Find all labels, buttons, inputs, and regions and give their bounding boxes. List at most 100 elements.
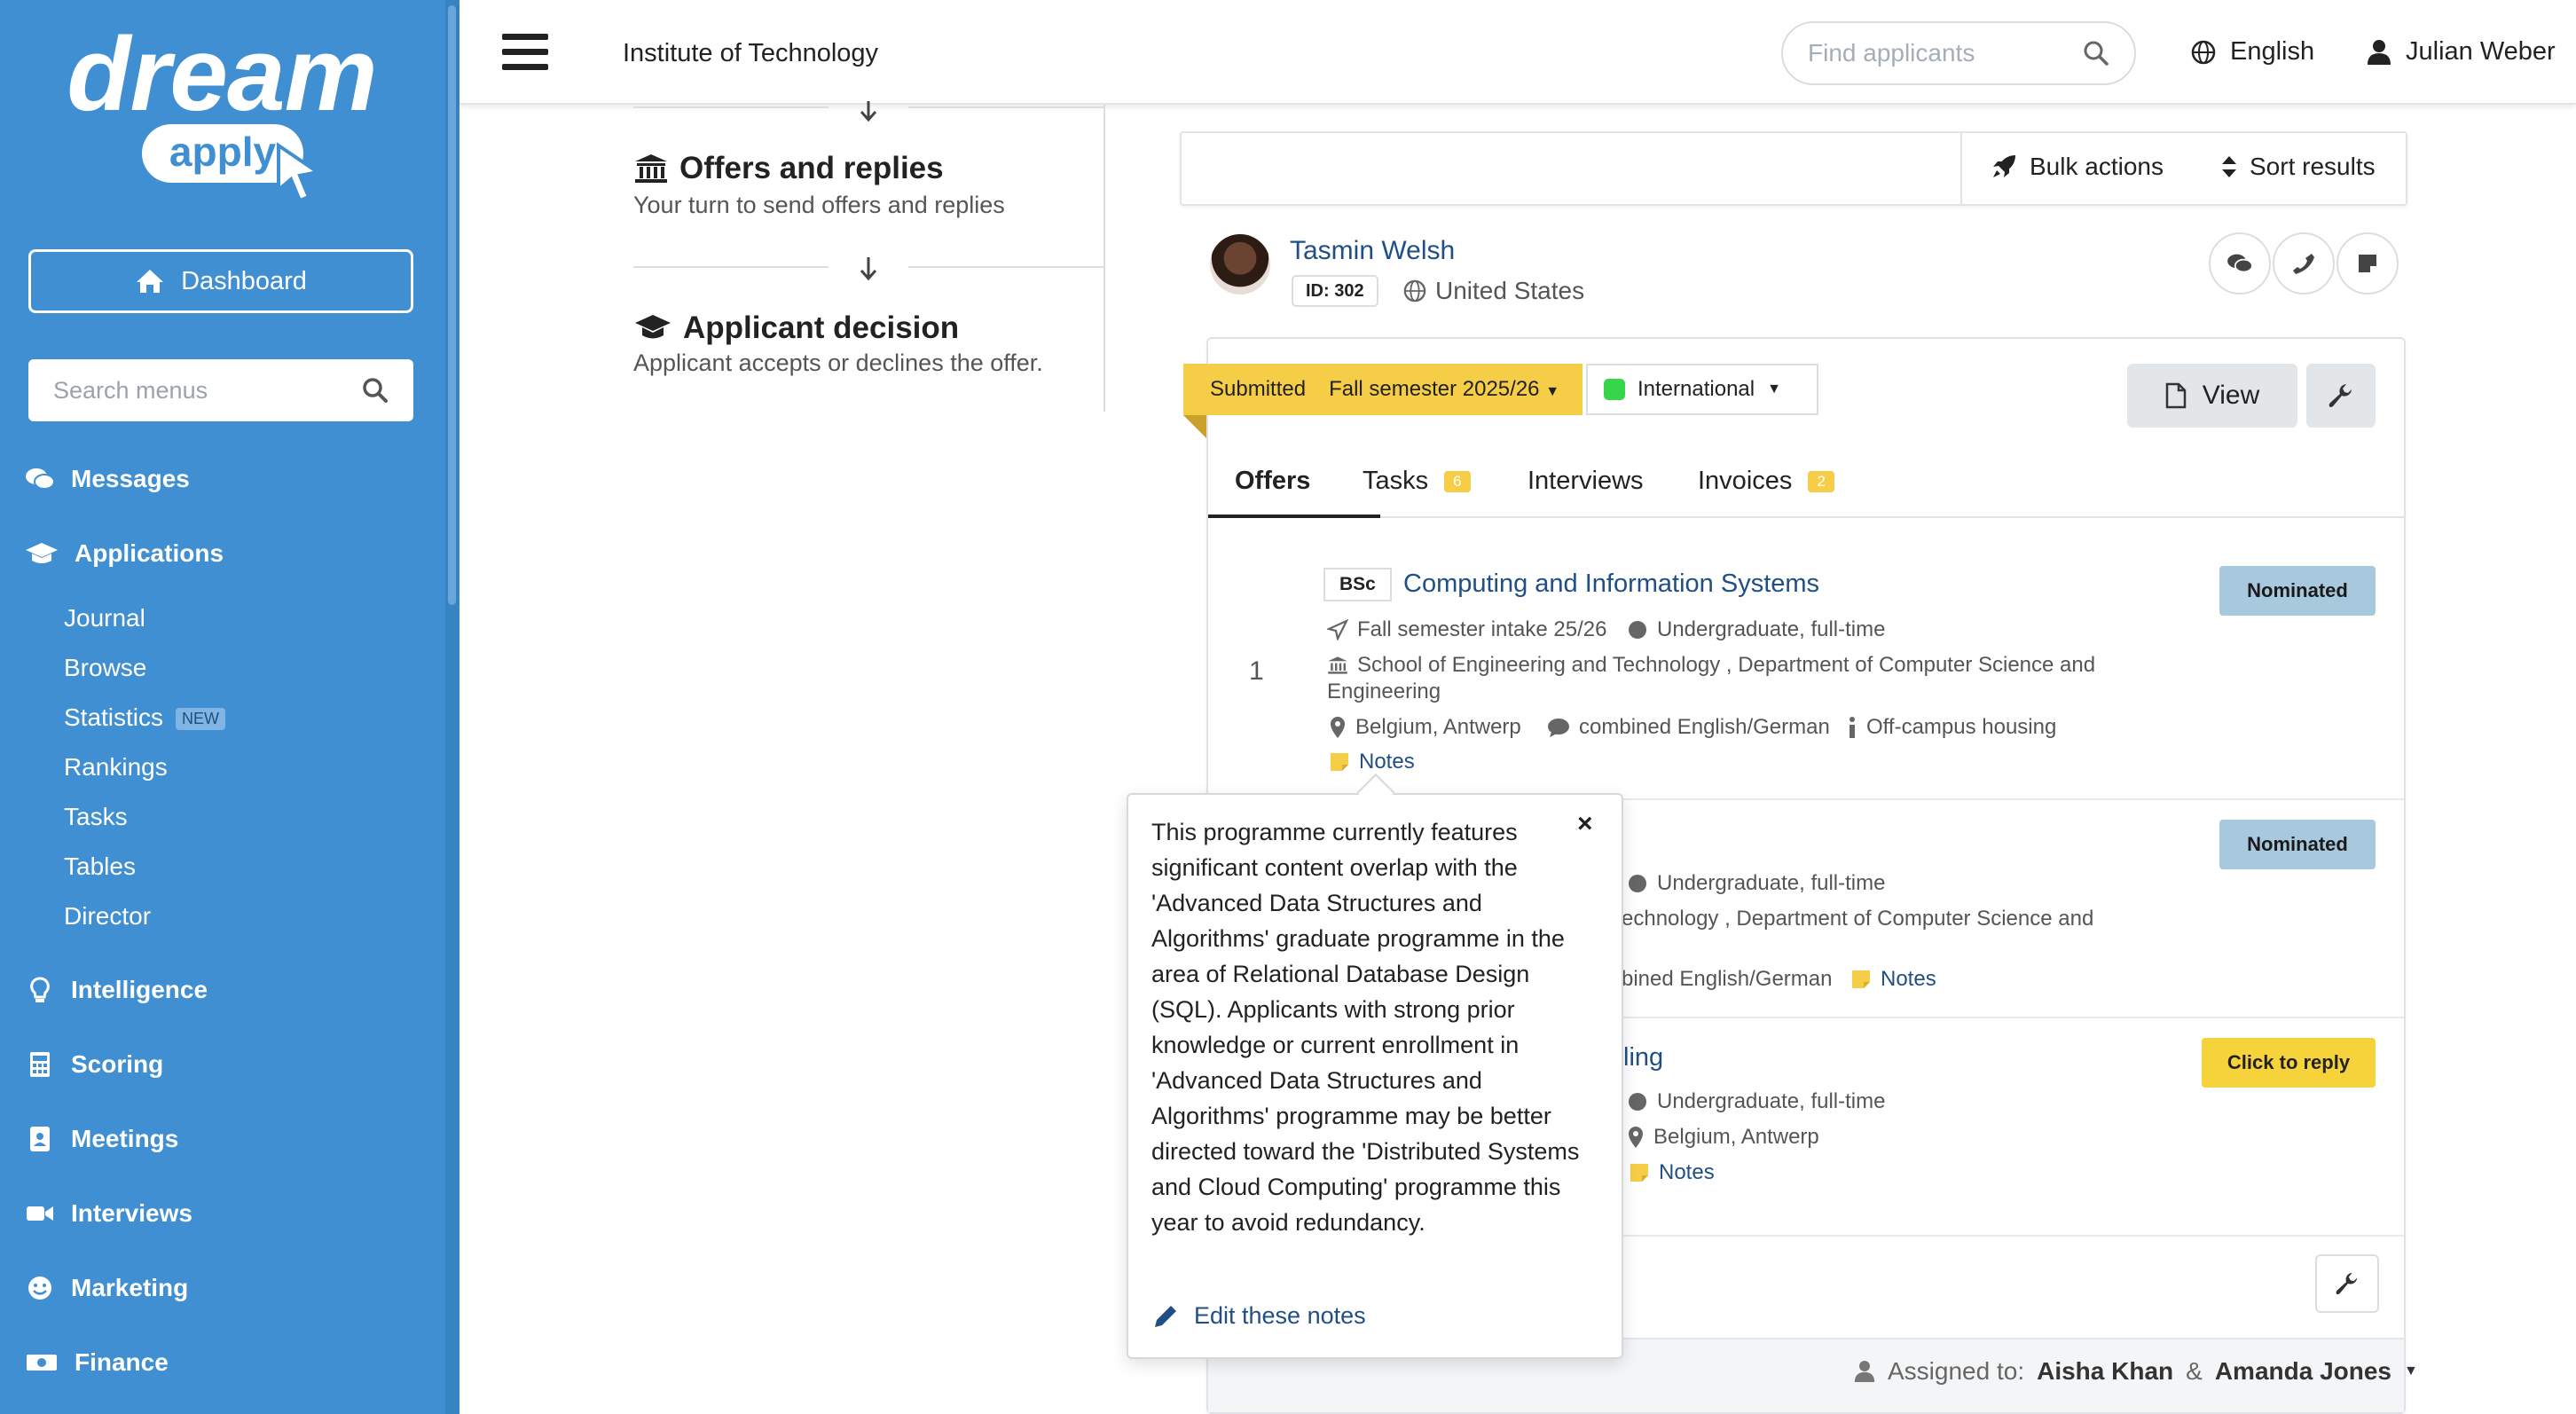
workflow-connector — [908, 266, 1103, 268]
speech-bubble-icon — [1548, 719, 1569, 737]
logo: dream — [67, 16, 377, 133]
workflow-step-offers[interactable]: Offers and replies — [633, 151, 944, 186]
status-badge[interactable]: Nominated — [2219, 820, 2376, 869]
applicant-name[interactable]: Tasmin Welsh — [1290, 236, 1455, 266]
active-tab-indicator — [1208, 515, 1380, 518]
offer3-location-label: Belgium, Antwerp — [1653, 1125, 1819, 1149]
school-label: School of Engineering and Technology , D… — [1357, 653, 2096, 677]
logo-cursor-icon — [277, 142, 323, 203]
caret-down-icon: ▼ — [2404, 1363, 2418, 1379]
user-menu[interactable]: Julian Weber — [2367, 37, 2556, 67]
new-badge: NEW — [176, 708, 226, 731]
nav-tables[interactable]: Tables — [64, 852, 136, 881]
status-ribbon[interactable]: Submitted Fall semester 2025/26 ▼ — [1183, 364, 1583, 415]
tab-interviews[interactable]: Interviews — [1528, 467, 1644, 496]
nav-finance[interactable]: Finance — [25, 1348, 169, 1377]
applicant-search-input[interactable]: Find applicants — [1781, 21, 2136, 85]
sort-results-button[interactable]: Sort results — [2221, 153, 2376, 181]
tab-tasks[interactable]: Tasks 6 — [1363, 467, 1471, 496]
offer2-level-label: Undergraduate, full-time — [1657, 871, 1886, 895]
bulk-actions-button[interactable]: Bulk actions — [1991, 153, 2164, 181]
arrow-down-icon — [860, 257, 877, 281]
nav-applications[interactable]: Applications — [25, 539, 224, 568]
sticky-note-icon — [1331, 753, 1348, 771]
settings-button[interactable] — [2306, 364, 2376, 428]
nav-statistics-label: Statistics — [64, 703, 164, 731]
tab-offers[interactable]: Offers — [1235, 467, 1310, 496]
menu-search-placeholder: Search menus — [53, 376, 208, 404]
sidebar-scrollbar-thumb[interactable] — [448, 5, 456, 605]
arrow-down-icon — [860, 101, 877, 122]
notes-link[interactable]: Notes — [1881, 967, 1936, 992]
status-label: Submitted — [1210, 377, 1307, 401]
offer-notes[interactable]: Notes — [1329, 750, 1415, 774]
certificate-icon — [1629, 621, 1646, 639]
applicant-search-placeholder: Find applicants — [1808, 39, 1975, 67]
institution-icon — [635, 154, 667, 183]
close-icon[interactable]: × — [1577, 809, 1593, 839]
notes-link[interactable]: Notes — [1359, 750, 1415, 774]
tasks-count-badge: 6 — [1444, 470, 1471, 492]
chat-button[interactable] — [2209, 232, 2271, 295]
chat-icon — [2227, 254, 2253, 273]
avatar[interactable] — [1210, 234, 1270, 295]
hamburger-menu-icon[interactable] — [502, 34, 548, 73]
applicant-country-label: United States — [1435, 277, 1585, 304]
offer2-school: echnology , Department of Computer Scien… — [1622, 907, 2094, 931]
lightbulb-icon — [30, 977, 50, 1002]
menu-search-input[interactable]: Search menus — [28, 359, 413, 421]
nav-marketing[interactable]: Marketing — [25, 1274, 188, 1302]
nav-interviews[interactable]: Interviews — [25, 1199, 192, 1228]
offer3-notes[interactable]: Notes — [1629, 1160, 1715, 1185]
programme-title[interactable]: Computing and Information Systems — [1403, 570, 1819, 599]
nav-rankings[interactable]: Rankings — [64, 753, 168, 782]
view-button[interactable]: View — [2127, 364, 2297, 428]
notes-text: This programme currently features signif… — [1151, 819, 1580, 1236]
ribbon-fold — [1183, 415, 1206, 438]
dashboard-button[interactable]: Dashboard — [28, 249, 413, 313]
pencil-icon — [1155, 1305, 1176, 1327]
nav-statistics[interactable]: Statistics NEW — [64, 703, 226, 732]
certificate-icon — [1629, 1093, 1646, 1111]
semester-dropdown[interactable]: Fall semester 2025/26 ▼ — [1329, 377, 1559, 402]
programme-title-partial[interactable]: ling — [1623, 1043, 1663, 1072]
applicant-id-badge: ID: 302 — [1292, 275, 1378, 307]
nav-browse[interactable]: Browse — [64, 654, 146, 682]
nav-scoring[interactable]: Scoring — [25, 1050, 163, 1079]
assigned-to[interactable]: Assigned to: Aisha Khan & Amanda Jones ▼ — [1854, 1357, 2418, 1386]
semester-label: Fall semester 2025/26 — [1329, 377, 1540, 401]
call-button[interactable] — [2273, 232, 2335, 295]
nav-messages[interactable]: Messages — [25, 465, 190, 493]
workflow-connector — [633, 106, 829, 108]
nav-tasks[interactable]: Tasks — [64, 803, 128, 831]
sort-results-label: Sort results — [2250, 153, 2376, 180]
nav-meetings[interactable]: Meetings — [25, 1125, 178, 1153]
rocket-icon — [1993, 155, 2015, 177]
status-badge[interactable]: Nominated — [2219, 566, 2376, 616]
language-selector[interactable]: English — [2191, 37, 2314, 67]
housing-label: Off-campus housing — [1866, 715, 2057, 739]
tab-invoices[interactable]: Invoices 2 — [1698, 467, 1834, 496]
note-button[interactable] — [2336, 232, 2399, 295]
assignee-2: Amanda Jones — [2214, 1357, 2391, 1385]
workflow-offers-subtitle: Your turn to send offers and replies — [633, 192, 1005, 218]
language-label: combined English/German — [1579, 715, 1830, 739]
offers-settings-button[interactable] — [2315, 1254, 2379, 1313]
click-to-reply-badge[interactable]: Click to reply — [2202, 1038, 2376, 1088]
nav-journal[interactable]: Journal — [64, 604, 145, 632]
nav-marketing-label: Marketing — [71, 1274, 189, 1301]
degree-badge: BSc — [1323, 568, 1392, 601]
edit-notes-link[interactable]: Edit these notes — [1153, 1302, 1366, 1330]
caret-down-icon: ▼ — [1545, 384, 1560, 399]
smile-icon — [28, 1277, 51, 1300]
nav-intelligence[interactable]: Intelligence — [25, 976, 208, 1004]
workflow-step-decision[interactable]: Applicant decision — [633, 310, 959, 346]
school-label-continued: Engineering — [1327, 680, 1441, 703]
applicant-group-dropdown[interactable]: International ▼ — [1586, 364, 1818, 415]
notes-link[interactable]: Notes — [1659, 1160, 1715, 1185]
video-camera-icon — [27, 1206, 53, 1221]
offer2-notes[interactable]: Notes — [1850, 967, 1936, 992]
user-icon — [2368, 39, 2391, 65]
nav-scoring-label: Scoring — [71, 1050, 164, 1078]
nav-director[interactable]: Director — [64, 902, 151, 931]
